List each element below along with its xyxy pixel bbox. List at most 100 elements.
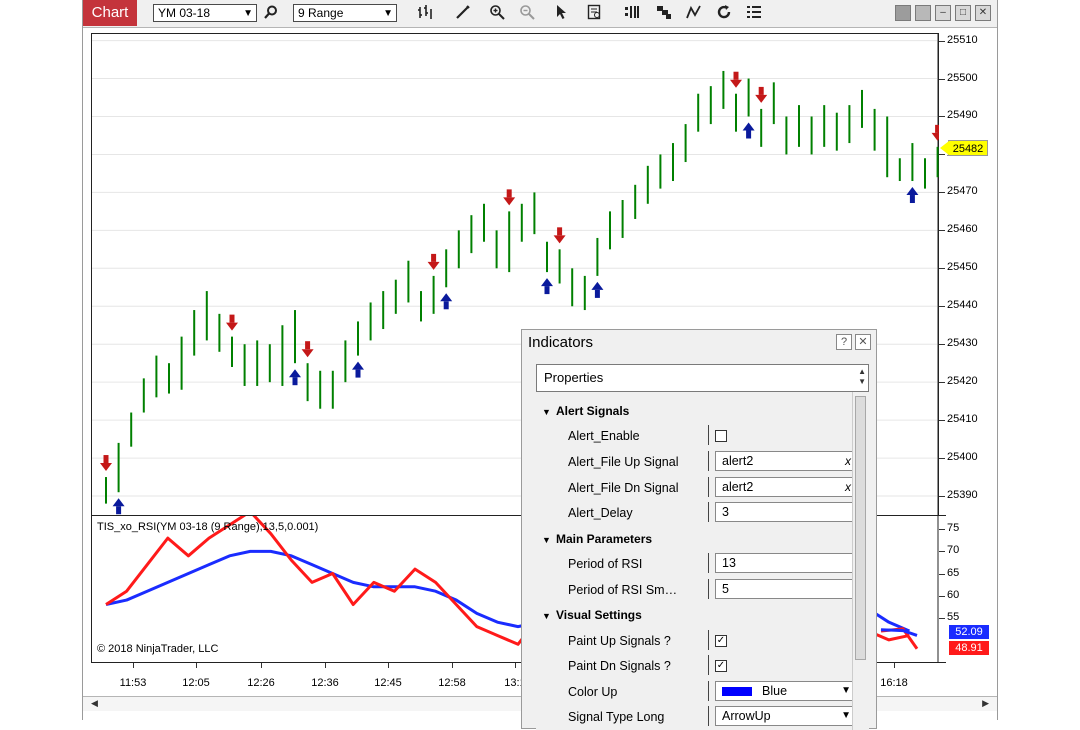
strategy-icon[interactable] (684, 4, 704, 24)
section-label: Alert Signals (556, 404, 630, 418)
property-scrollbar[interactable] (852, 392, 869, 730)
data-box-icon[interactable] (585, 4, 605, 24)
rsi-axis-tick (939, 529, 945, 531)
properties-header[interactable]: Properties ▲ ▼ (536, 364, 869, 392)
clear-icon[interactable]: x (845, 478, 851, 496)
copyright-text: © 2018 NinjaTrader, LLC (97, 643, 219, 655)
chevron-down-icon: ▼ (383, 8, 393, 19)
rsi-smooth-line-tail (880, 628, 918, 637)
rsi-axis-tick (939, 617, 945, 619)
pointer-icon[interactable] (552, 4, 572, 24)
alert-file-dn-value: alert2 (722, 480, 754, 494)
prop-period-rsi-label: Period of RSI (568, 557, 643, 571)
clear-icon[interactable]: x (845, 452, 851, 470)
price-axis-tick (939, 344, 945, 346)
price-axis-label: 25430 (947, 337, 978, 350)
price-axis-tick (939, 306, 945, 308)
time-axis-tick (894, 663, 895, 668)
color-swatch (722, 687, 752, 696)
alert-file-up-input[interactable]: alert2 x (715, 451, 858, 471)
maximize-button[interactable]: □ (955, 5, 971, 21)
close-dialog-button[interactable]: ✕ (855, 334, 871, 350)
period-rsi-value: 13 (722, 556, 736, 570)
paint-up-checkbox[interactable]: ✓ (715, 635, 727, 647)
rsi-axis-label: 70 (947, 544, 960, 557)
prop-color-up-label: Color Up (568, 685, 618, 699)
list-icon[interactable] (744, 4, 764, 24)
sort-spinner-icon[interactable]: ▲ ▼ (858, 367, 866, 387)
rsi-axis-tick (939, 551, 945, 553)
price-axis-label: 25450 (947, 261, 978, 274)
time-axis-tick (133, 663, 134, 668)
period-rsi-smooth-input[interactable]: 5 (715, 579, 858, 599)
time-axis-tick (325, 663, 326, 668)
price-axis-tick (939, 230, 945, 232)
reload-icon[interactable] (714, 4, 734, 24)
price-axis-label: 25490 (947, 109, 978, 122)
current-price-marker: 25482 (940, 140, 988, 156)
alert-delay-input[interactable]: 3 (715, 502, 858, 522)
section-main-parameters[interactable]: ▼ Main Parameters (542, 532, 652, 546)
bars-icon[interactable] (415, 4, 435, 24)
time-axis-label: 12:26 (247, 677, 275, 689)
rsi-axis-tick (939, 573, 945, 575)
bar-type-value: 9 Range (298, 6, 344, 20)
window-tile-icon[interactable] (895, 5, 911, 21)
indicators-dialog: Indicators ? ✕ Properties ▲ ▼ ▼ Alert Sign… (521, 329, 877, 730)
time-axis-tick (196, 663, 197, 668)
section-label: Visual Settings (556, 608, 642, 622)
time-axis-label: 12:58 (438, 677, 466, 689)
column-separator (708, 706, 709, 726)
drawing-objects-icon[interactable] (654, 4, 674, 24)
rsi-value-marker: 48.91 (949, 641, 989, 655)
prop-alert-enable-label: Alert_Enable (568, 429, 640, 443)
scrollbar-thumb[interactable] (855, 396, 866, 660)
signal-type-long-select[interactable]: ArrowUp ▼ (715, 706, 858, 726)
window-cascade-icon[interactable] (915, 5, 931, 21)
chevron-down-icon: ▼ (841, 710, 851, 721)
scroll-left-icon[interactable]: ◀ (91, 698, 98, 709)
collapse-triangle-icon[interactable]: ▼ (542, 611, 556, 621)
color-up-value: Blue (762, 684, 788, 698)
prop-alert-file-dn-label: Alert_File Dn Signal (568, 481, 679, 495)
color-up-select[interactable]: Blue ▼ (715, 681, 858, 701)
alert-enable-checkbox[interactable] (715, 430, 727, 442)
column-separator (708, 451, 709, 471)
help-button[interactable]: ? (836, 334, 852, 350)
bar-type-selector[interactable]: 9 Range ▼ (293, 4, 397, 22)
column-separator (708, 502, 709, 522)
chevron-down-icon: ▼ (243, 8, 253, 19)
search-icon[interactable] (261, 4, 281, 24)
section-alert-signals[interactable]: ▼ Alert Signals (542, 404, 629, 418)
time-axis-tick (452, 663, 453, 668)
indicator-title: TIS_xo_RSI(YM 03-18 (9 Range),13,5,0.001… (97, 521, 319, 533)
price-axis-tick (939, 40, 945, 42)
minimize-button[interactable]: – (935, 5, 951, 21)
properties-icon[interactable] (622, 4, 642, 24)
collapse-triangle-icon[interactable]: ▼ (542, 407, 556, 417)
pencil-icon[interactable] (453, 4, 473, 24)
rsi-axis-label: 75 (947, 522, 960, 535)
alert-file-dn-input[interactable]: alert2 x (715, 477, 858, 497)
prop-paint-dn-label: Paint Dn Signals ? (568, 659, 671, 673)
price-axis-label: 25440 (947, 299, 978, 312)
collapse-triangle-icon[interactable]: ▼ (542, 535, 556, 545)
close-button[interactable]: ✕ (975, 5, 991, 21)
prop-alert-delay-label: Alert_Delay (568, 506, 633, 520)
alert-delay-value: 3 (722, 505, 729, 519)
property-grid: ▼ Alert Signals Alert_Enable Alert_File U… (536, 392, 858, 730)
section-visual-settings[interactable]: ▼ Visual Settings (542, 608, 642, 622)
period-rsi-input[interactable]: 13 (715, 553, 858, 573)
scroll-right-icon[interactable]: ▶ (982, 698, 989, 709)
zoom-in-icon[interactable] (487, 4, 507, 24)
price-axis-label: 25460 (947, 223, 978, 236)
time-axis-tick (261, 663, 262, 668)
column-separator (708, 579, 709, 599)
zoom-out-icon[interactable] (517, 4, 537, 24)
column-separator (708, 553, 709, 573)
paint-dn-checkbox[interactable]: ✓ (715, 660, 727, 672)
prop-signal-type-long-label: Signal Type Long (568, 710, 665, 724)
chart-tab[interactable]: Chart (83, 0, 137, 26)
properties-label: Properties (544, 370, 604, 385)
instrument-selector[interactable]: YM 03-18 ▼ (153, 4, 257, 22)
